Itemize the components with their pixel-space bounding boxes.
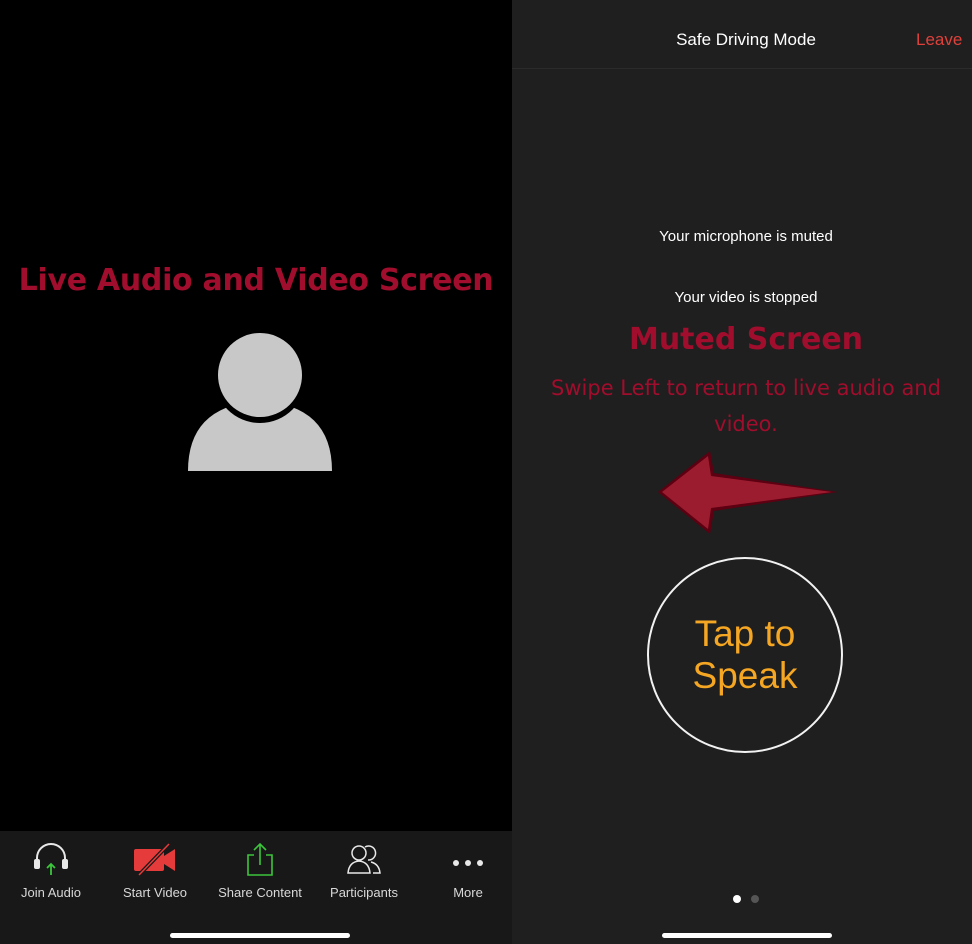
live-screen-annotation: Live Audio and Video Screen — [18, 263, 494, 298]
video-status: Your video is stopped — [674, 289, 818, 306]
video-off-icon — [134, 842, 175, 877]
screen-header: Safe Driving Mode Leave — [512, 0, 972, 69]
microphone-status: Your microphone is muted — [659, 228, 833, 245]
more-button[interactable]: More — [417, 831, 519, 921]
swipe-left-arrow-icon — [658, 451, 838, 534]
participants-button[interactable]: Participants — [313, 831, 415, 921]
avatar-placeholder-icon — [188, 333, 332, 471]
page-indicator-dot — [751, 895, 759, 903]
participants-label: Participants — [330, 885, 398, 900]
leave-button[interactable]: Leave — [916, 30, 962, 50]
more-label: More — [453, 885, 483, 900]
start-video-button[interactable]: Start Video — [104, 831, 206, 921]
home-indicator[interactable] — [170, 933, 350, 938]
safe-driving-mode-screen: Safe Driving Mode Leave Your microphone … — [512, 0, 972, 944]
swipe-instruction-annotation: Swipe Left to return to live audio and v… — [551, 376, 941, 436]
muted-screen-annotation: Muted Screen — [628, 322, 864, 357]
start-video-label: Start Video — [122, 885, 188, 900]
tap-to-speak-label: Tap to Speak — [692, 613, 798, 696]
share-icon — [247, 842, 273, 876]
page-indicator-dot-active — [733, 895, 741, 903]
tap-to-speak-button[interactable]: Tap to Speak — [647, 557, 843, 753]
header-title: Safe Driving Mode — [676, 30, 816, 49]
join-audio-button[interactable]: Join Audio — [0, 831, 102, 921]
headphones-icon — [34, 843, 68, 875]
share-content-button[interactable]: Share Content — [209, 831, 311, 921]
join-audio-label: Join Audio — [21, 885, 81, 900]
participants-icon — [347, 845, 381, 874]
live-audio-video-screen: Live Audio and Video Screen Join Audio S… — [0, 0, 512, 944]
home-indicator[interactable] — [662, 933, 832, 938]
more-icon — [453, 860, 483, 866]
meeting-toolbar: Join Audio Start Video Share Content Par… — [0, 831, 512, 944]
share-content-label: Share Content — [218, 885, 302, 900]
